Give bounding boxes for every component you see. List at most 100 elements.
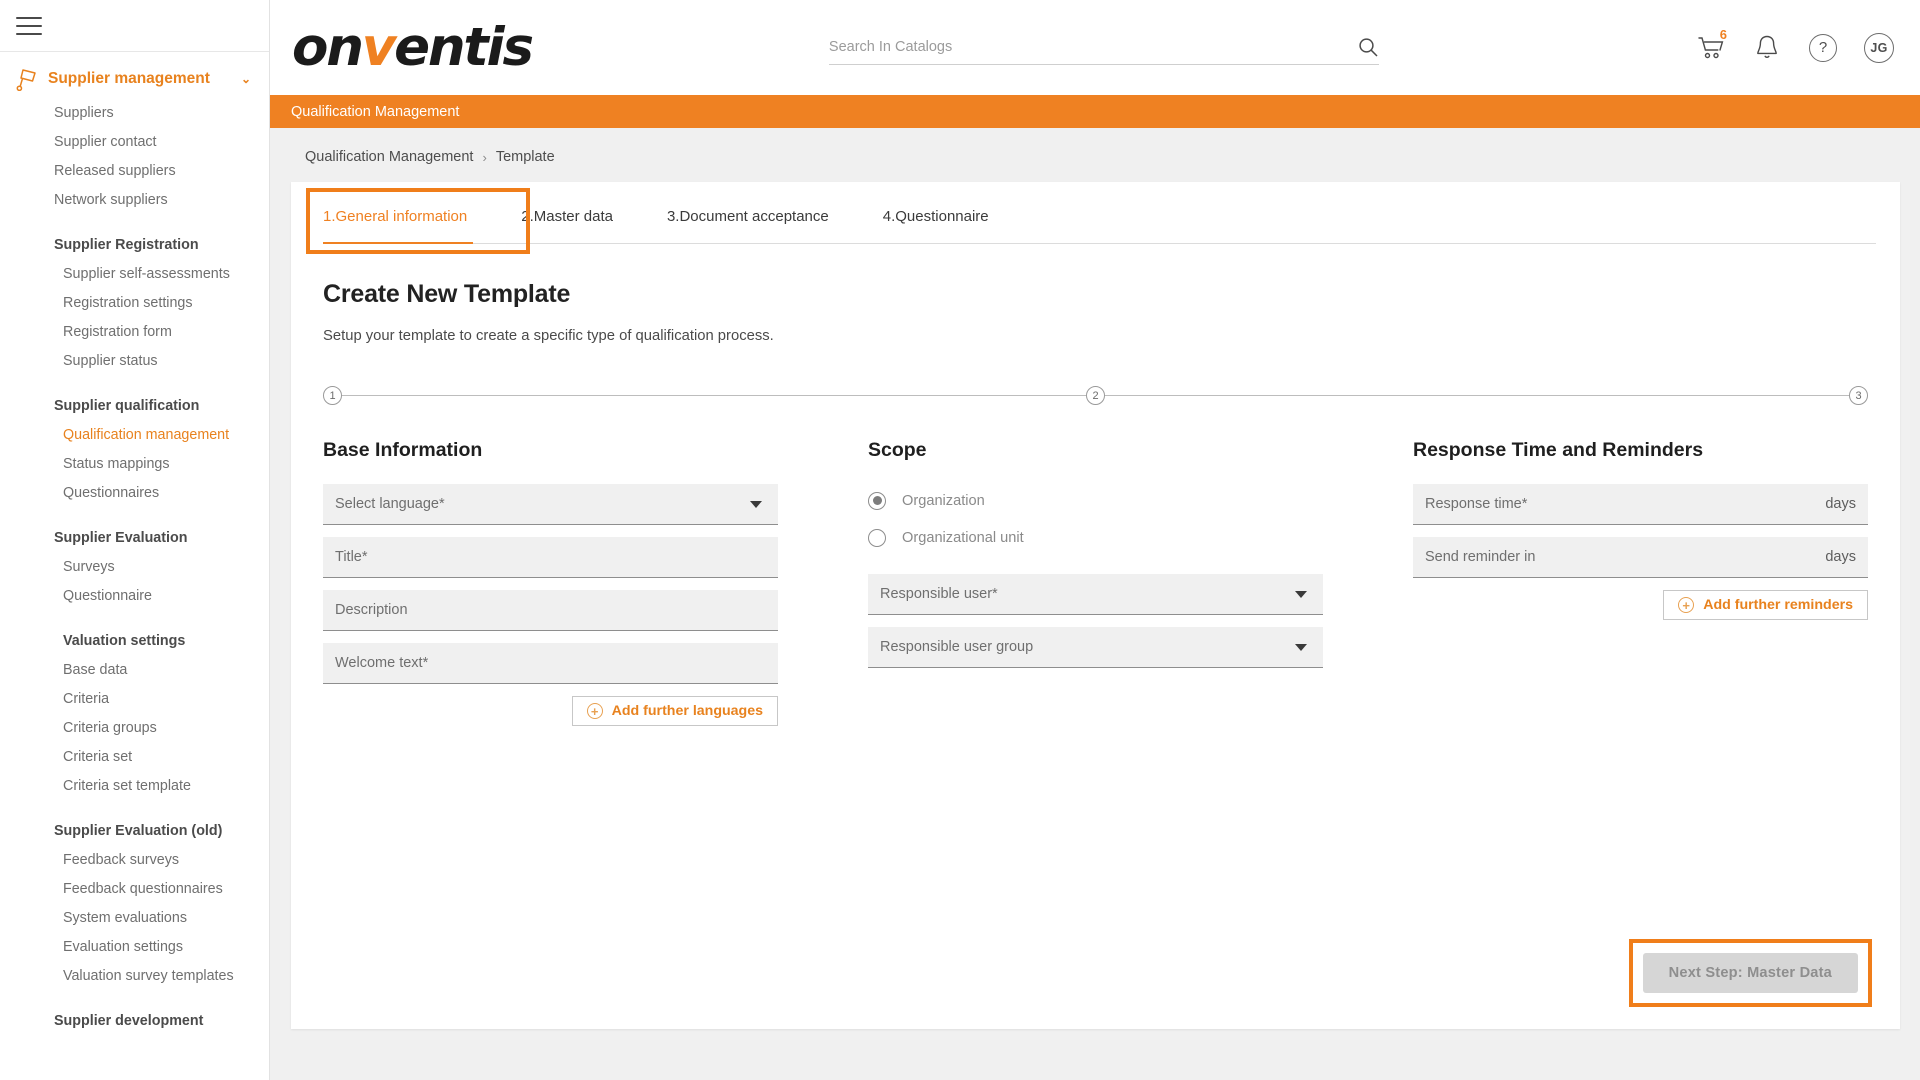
title-input[interactable]: Title*: [323, 537, 778, 578]
responsible-user-group-dropdown[interactable]: Responsible user group: [868, 627, 1323, 668]
top-header: onventis: [270, 0, 1920, 95]
radio-organizational-unit-label: Organizational unit: [902, 530, 1024, 546]
logo-text-v: v: [362, 17, 394, 78]
sidebar-item-questionnaire[interactable]: Questionnaire: [0, 581, 269, 610]
app-root: Supplier management ⌄ SuppliersSupplier …: [0, 0, 1920, 1080]
hamburger-menu-icon[interactable]: [16, 17, 42, 35]
send-reminder-unit: days: [1825, 549, 1856, 565]
search-bar[interactable]: [829, 31, 1379, 65]
step-dot-1[interactable]: 1: [323, 386, 342, 405]
sidebar-item-valuation-survey-templates[interactable]: Valuation survey templates: [0, 961, 269, 990]
add-further-languages-label: Add further languages: [612, 703, 763, 719]
tab-general-information[interactable]: 1.General information: [323, 208, 497, 243]
add-further-reminders-label: Add further reminders: [1703, 597, 1853, 613]
sidebar-item-base-data[interactable]: Base data: [0, 655, 269, 684]
sidebar-item-criteria-groups[interactable]: Criteria groups: [0, 713, 269, 742]
breadcrumb-item-0[interactable]: Qualification Management: [305, 149, 473, 165]
sidebar-item-network-suppliers[interactable]: Network suppliers: [0, 185, 269, 214]
help-question-icon[interactable]: ?: [1808, 33, 1838, 63]
content-area: Qualification Management › Template 1.Ge…: [270, 128, 1920, 1080]
tab-general-information-label: 1.General information: [323, 208, 467, 225]
sidebar-item-supplier-contact[interactable]: Supplier contact: [0, 127, 269, 156]
select-language-dropdown[interactable]: Select language*: [323, 484, 778, 525]
sidebar-item-criteria[interactable]: Criteria: [0, 684, 269, 713]
response-time-heading: Response Time and Reminders: [1413, 439, 1868, 462]
tab-master-data[interactable]: 2.Master data: [521, 208, 643, 243]
sidebar-item-surveys[interactable]: Surveys: [0, 552, 269, 581]
step-line-1: [342, 395, 1086, 396]
sidebar-item-registration-settings[interactable]: Registration settings: [0, 288, 269, 317]
base-information-heading: Base Information: [323, 439, 778, 462]
sidebar-nav: Supplier management ⌄ SuppliersSupplier …: [0, 52, 269, 1035]
supplier-cart-icon: [14, 67, 44, 91]
response-time-placeholder: Response time*: [1425, 496, 1825, 512]
step-dot-2[interactable]: 2: [1086, 386, 1105, 405]
onventis-logo[interactable]: onventis: [270, 21, 532, 74]
add-further-languages-button[interactable]: + Add further languages: [572, 696, 778, 726]
sidebar-item-questionnaires[interactable]: Questionnaires: [0, 478, 269, 507]
sidebar-item-feedback-surveys[interactable]: Feedback surveys: [0, 845, 269, 874]
sidebar-item-qualification-management[interactable]: Qualification management: [0, 420, 269, 449]
chevron-down-icon: [750, 501, 762, 508]
welcome-text-input[interactable]: Welcome text*: [323, 643, 778, 684]
radio-organization-label: Organization: [902, 493, 985, 509]
responsible-user-placeholder: Responsible user*: [880, 586, 1295, 602]
sidebar-group-supplier-development: Supplier development: [0, 1006, 269, 1035]
add-further-reminders-button[interactable]: + Add further reminders: [1663, 590, 1868, 620]
sidebar-item-criteria-set[interactable]: Criteria set: [0, 742, 269, 771]
tab-master-data-label: 2.Master data: [521, 208, 613, 225]
tab-document-acceptance[interactable]: 3.Document acceptance: [667, 208, 859, 243]
user-avatar[interactable]: JG: [1864, 33, 1894, 63]
sidebar-item-released-suppliers[interactable]: Released suppliers: [0, 156, 269, 185]
search-input[interactable]: [829, 39, 1357, 55]
logo-text-2: entis: [394, 17, 532, 78]
page-heading-block: Create New Template Setup your template …: [291, 280, 1900, 344]
sidebar-item-supplier-status[interactable]: Supplier status: [0, 346, 269, 375]
form-columns: Base Information Select language* Title*…: [323, 405, 1868, 726]
chevron-down-icon[interactable]: ⌄: [241, 72, 255, 86]
radio-organizational-unit[interactable]: Organizational unit: [868, 521, 1323, 554]
breadcrumb-separator: ›: [482, 150, 486, 165]
sidebar-item-registration-form[interactable]: Registration form: [0, 317, 269, 346]
send-reminder-placeholder: Send reminder in: [1425, 549, 1825, 565]
response-time-unit: days: [1825, 496, 1856, 512]
response-time-input[interactable]: Response time* days: [1413, 484, 1868, 525]
sidebar-item-supplier-management[interactable]: Supplier management ⌄: [0, 60, 269, 98]
sidebar-item-status-mappings[interactable]: Status mappings: [0, 449, 269, 478]
responsible-user-dropdown[interactable]: Responsible user*: [868, 574, 1323, 615]
tab-document-acceptance-label: 3.Document acceptance: [667, 208, 829, 225]
radio-organizational-unit-indicator: [868, 529, 886, 547]
next-step-button[interactable]: Next Step: Master Data: [1643, 953, 1858, 993]
main-area: onventis: [270, 0, 1920, 1080]
radio-organization[interactable]: Organization: [868, 484, 1323, 517]
sidebar-item-evaluation-settings[interactable]: Evaluation settings: [0, 932, 269, 961]
welcome-text-placeholder: Welcome text*: [335, 655, 766, 671]
description-placeholder: Description: [335, 602, 766, 618]
sidebar-item-feedback-questionnaires[interactable]: Feedback questionnaires: [0, 874, 269, 903]
tab-questionnaire[interactable]: 4.Questionnaire: [883, 208, 1019, 243]
sidebar-group-supplier-qualification: Supplier qualification: [0, 391, 269, 420]
context-bar: Qualification Management: [270, 95, 1920, 128]
send-reminder-input[interactable]: Send reminder in days: [1413, 537, 1868, 578]
spacer: [868, 558, 1323, 574]
search-icon[interactable]: [1357, 36, 1379, 58]
template-card: 1.General information 2.Master data 3.Do…: [291, 182, 1900, 1029]
sidebar-item-system-evaluations[interactable]: System evaluations: [0, 903, 269, 932]
wizard-stepper: 1 2 3: [323, 386, 1868, 405]
sidebar-item-list: SuppliersSupplier contactReleased suppli…: [0, 98, 269, 1035]
sidebar-group-supplier-evaluation: Supplier Evaluation: [0, 523, 269, 552]
card-footer: Next Step: Master Data: [1629, 939, 1872, 1007]
tab-questionnaire-label: 4.Questionnaire: [883, 208, 989, 225]
search-container: [532, 31, 1676, 65]
step-line-2: [1105, 395, 1849, 396]
sidebar-item-criteria-set-template[interactable]: Criteria set template: [0, 771, 269, 800]
shopping-cart-icon[interactable]: 6: [1696, 33, 1726, 63]
notification-bell-icon[interactable]: [1752, 33, 1782, 63]
sidebar-item-supplier-self-assessments[interactable]: Supplier self-assessments: [0, 259, 269, 288]
header-icon-group: 6 ? JG: [1676, 33, 1894, 63]
step-dot-3[interactable]: 3: [1849, 386, 1868, 405]
chevron-down-icon: [1295, 591, 1307, 598]
description-input[interactable]: Description: [323, 590, 778, 631]
sidebar-item-suppliers[interactable]: Suppliers: [0, 98, 269, 127]
breadcrumb-item-1[interactable]: Template: [496, 149, 555, 165]
